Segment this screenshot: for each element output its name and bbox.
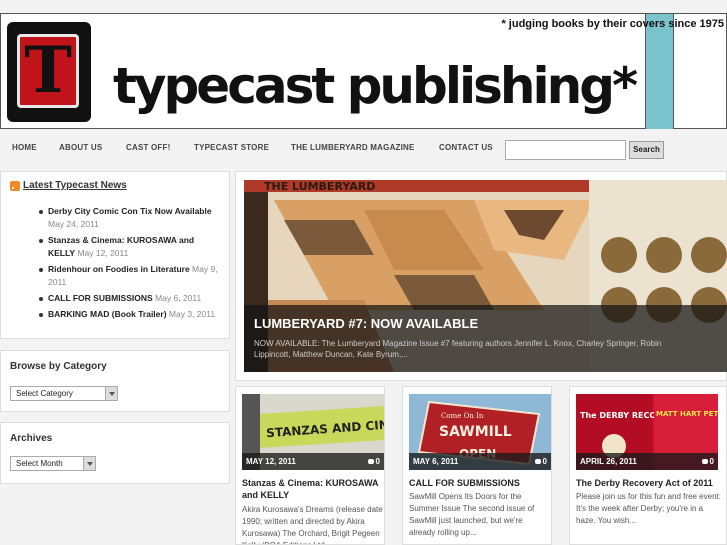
site-logo[interactable]: T xyxy=(7,22,91,122)
post-card: STANZAS AND CINE MAY 12, 2011 0 Stanzas … xyxy=(235,386,385,545)
chevron-down-icon xyxy=(83,457,95,470)
category-select-value: Select Category xyxy=(16,389,73,398)
post-excerpt: Please join us for this fun and free eve… xyxy=(576,492,721,525)
featured-slider[interactable]: THE LUMBERYARD LUMBERYARD #7: NOW AVAILA… xyxy=(235,171,727,381)
list-item: CALL FOR SUBMISSIONS May 6, 2011 xyxy=(39,292,218,305)
thumb-text: SAWMILL xyxy=(439,424,512,440)
logo-emblem: T xyxy=(17,34,79,108)
logo-letter: T xyxy=(24,34,72,108)
post-meta: APRIL 26, 2011 0 xyxy=(576,453,718,470)
latest-news-widget: Latest Typecast News Derby City Comic Co… xyxy=(0,171,230,339)
archives-widget: Archives Select Month xyxy=(0,422,230,484)
cover-banner-text: THE LUMBERYARD xyxy=(264,180,375,193)
archives-select-value: Select Month xyxy=(16,459,63,468)
nav-about-us[interactable]: ABOUT US xyxy=(59,143,102,152)
category-select[interactable]: Select Category xyxy=(10,386,118,401)
list-item: Stanzas & Cinema: KUROSAWA and KELLY May… xyxy=(39,234,218,260)
comment-count[interactable]: 0 xyxy=(367,457,380,466)
news-date: May 6, 2011 xyxy=(155,293,202,303)
comment-icon xyxy=(534,459,541,465)
featured-title[interactable]: LUMBERYARD #7: NOW AVAILABLE xyxy=(254,316,478,331)
news-link[interactable]: Ridenhour on Foodies in Literature xyxy=(48,264,190,274)
post-thumbnail[interactable]: STANZAS AND CINE MAY 12, 2011 0 xyxy=(242,394,384,470)
search-button[interactable]: Search xyxy=(629,141,664,159)
site-header: T typecast publishing* * judging books b… xyxy=(0,13,727,129)
nav-contact-us[interactable]: CONTACT US xyxy=(439,143,493,152)
comment-icon xyxy=(367,459,374,465)
post-excerpt: SawMill Opens Its Doors for the Summer I… xyxy=(409,492,535,537)
comment-count[interactable]: 0 xyxy=(534,457,547,466)
comment-count-value: 0 xyxy=(375,457,380,466)
post-title[interactable]: The Derby Recovery Act of 2011 xyxy=(576,477,726,489)
featured-excerpt: NOW AVAILABLE: The Lumberyard Magazine I… xyxy=(254,339,662,359)
news-link[interactable]: CALL FOR SUBMISSIONS xyxy=(48,293,153,303)
post-date: MAY 12, 2011 xyxy=(246,457,296,466)
news-date: May 24, 2011 xyxy=(48,219,99,229)
list-item: BARKING MAD (Book Trailer) May 3, 2011 xyxy=(39,308,218,321)
thumb-names: MATT HART PETER DAVIS MICHAEL SCH xyxy=(656,410,718,418)
latest-news-title[interactable]: Latest Typecast News xyxy=(23,180,127,191)
post-title[interactable]: Stanzas & Cinema: KUROSAWA and KELLY xyxy=(242,477,384,501)
post-date: MAY 6, 2011 xyxy=(413,457,459,466)
comment-icon xyxy=(701,459,708,465)
news-link[interactable]: Derby City Comic Con Tix Now Available xyxy=(48,206,212,216)
nav-typecast-store[interactable]: TYPECAST STORE xyxy=(194,143,269,152)
post-title[interactable]: CALL FOR SUBMISSIONS xyxy=(409,477,551,489)
post-card: The DERBY RECOVERY ACT MATT HART PETER D… xyxy=(569,386,727,545)
list-item: Derby City Comic Con Tix Now Available M… xyxy=(39,205,218,231)
comment-count-value: 0 xyxy=(542,457,547,466)
post-date: APRIL 26, 2011 xyxy=(580,457,637,466)
post-excerpt: Akira Kurosawa's Dreams (release date 19… xyxy=(242,505,383,544)
site-title[interactable]: typecast publishing* xyxy=(113,56,638,116)
rss-icon[interactable] xyxy=(10,181,20,191)
news-link[interactable]: BARKING MAD (Book Trailer) xyxy=(48,309,167,319)
news-date: May 12, 2011 xyxy=(77,248,129,258)
archives-title: Archives xyxy=(10,433,53,444)
post-meta: MAY 12, 2011 0 xyxy=(242,453,384,470)
nav-lumberyard-magazine[interactable]: THE LUMBERYARD MAGAZINE xyxy=(291,143,415,152)
teal-accent-bar xyxy=(645,14,674,129)
featured-caption: LUMBERYARD #7: NOW AVAILABLE NOW AVAILAB… xyxy=(244,305,727,372)
comment-count-value: 0 xyxy=(709,457,714,466)
search-input[interactable] xyxy=(505,140,626,160)
nav-cast-off[interactable]: CAST OFF! xyxy=(126,143,170,152)
post-card: Come On In SAWMILL OPEN MAY 6, 2011 0 CA… xyxy=(402,386,552,545)
thumb-small-text: Come On In xyxy=(441,412,484,420)
post-thumbnail[interactable]: The DERBY RECOVERY ACT MATT HART PETER D… xyxy=(576,394,718,470)
category-title: Browse by Category xyxy=(10,361,107,372)
category-widget: Browse by Category Select Category xyxy=(0,350,230,412)
nav-home[interactable]: HOME xyxy=(12,143,37,152)
news-list: Derby City Comic Con Tix Now Available M… xyxy=(39,205,218,324)
list-item: Ridenhour on Foodies in Literature May 9… xyxy=(39,263,218,289)
site-tagline: * judging books by their covers since 19… xyxy=(501,18,724,30)
comment-count[interactable]: 0 xyxy=(701,457,714,466)
post-meta: MAY 6, 2011 0 xyxy=(409,453,551,470)
news-date: May 3, 2011 xyxy=(168,309,216,319)
chevron-down-icon xyxy=(105,387,117,400)
archives-select[interactable]: Select Month xyxy=(10,456,96,471)
post-thumbnail[interactable]: Come On In SAWMILL OPEN MAY 6, 2011 0 xyxy=(409,394,551,470)
